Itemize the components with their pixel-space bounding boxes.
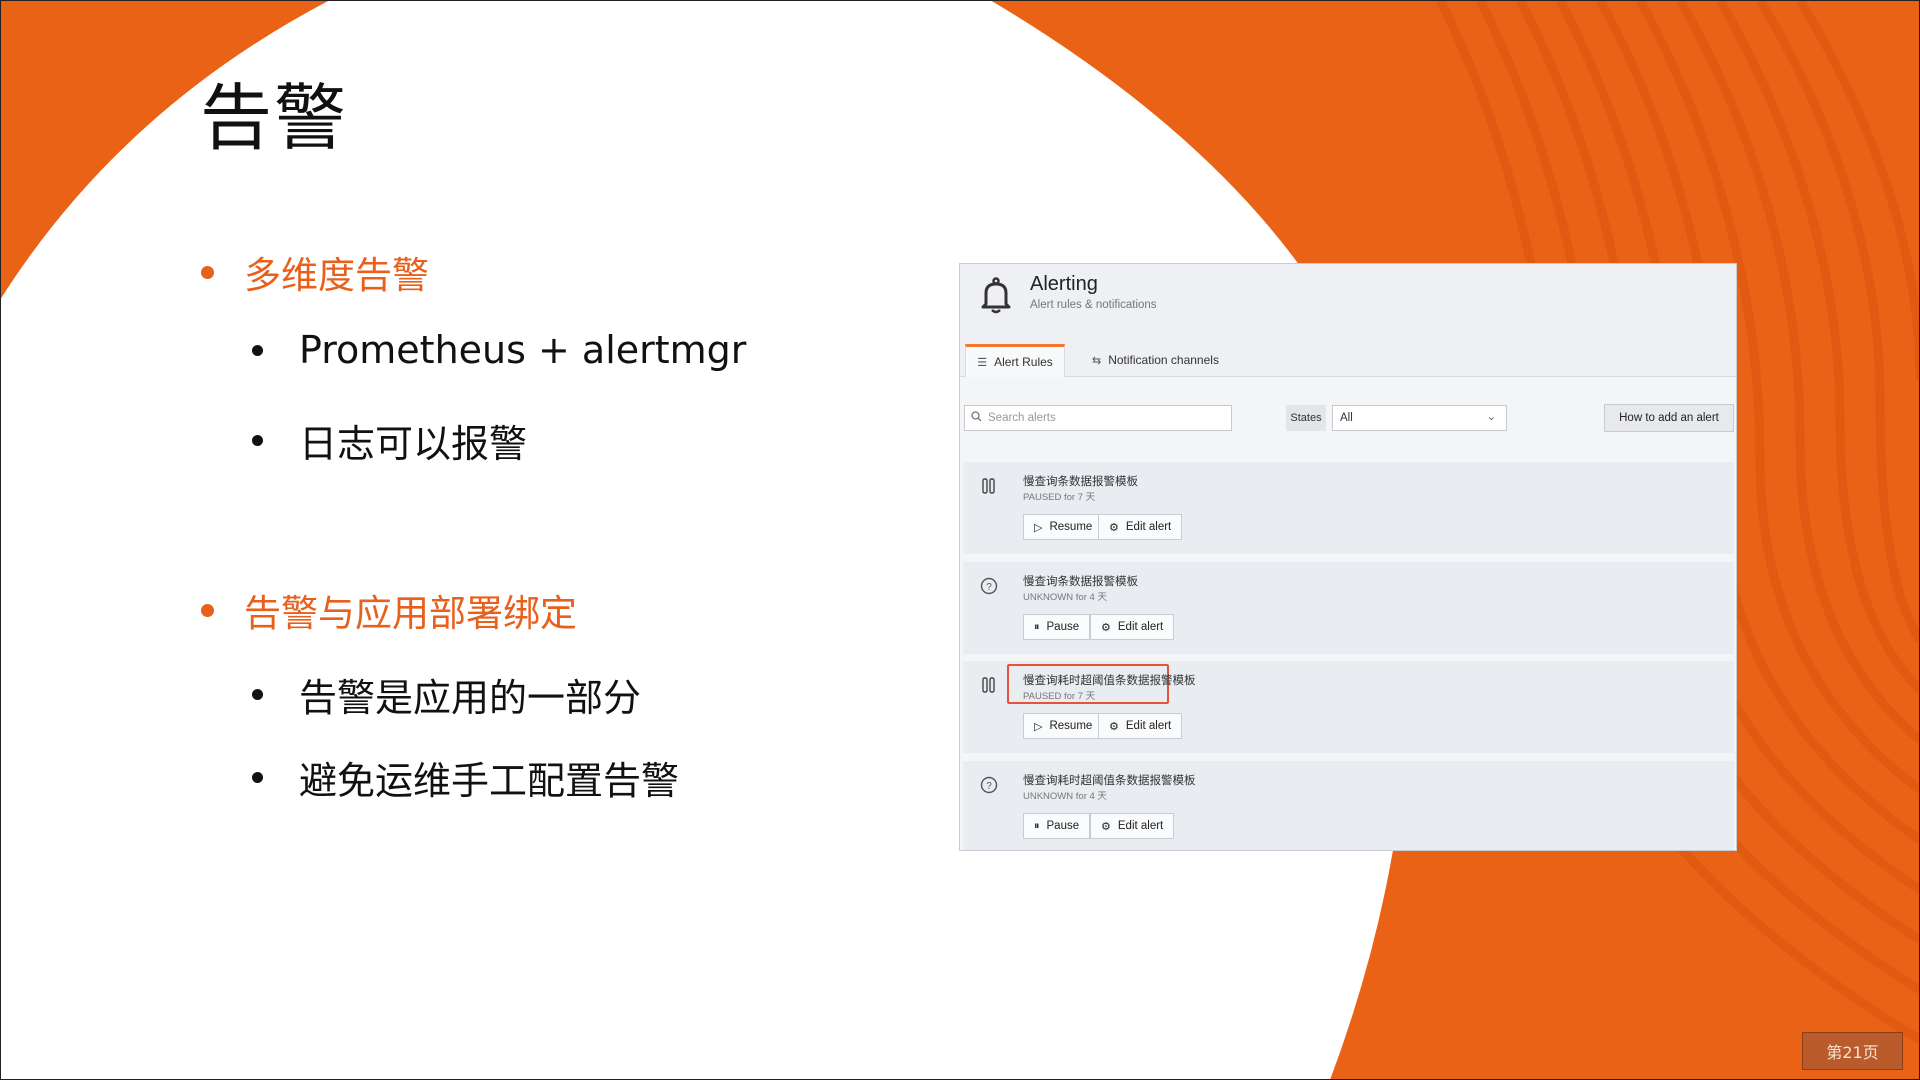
states-label: States <box>1286 405 1326 431</box>
bullet-text: 多维度告警 <box>244 254 429 297</box>
button-label: Edit alert <box>1117 621 1164 633</box>
rule-status: PAUSED for 7 天 <box>1023 492 1096 503</box>
alert-rule-row: 慢查询条数据报警模板 PAUSED for 7 天 ▷ Resume ⚙ Edi… <box>963 462 1734 554</box>
button-label: Edit alert <box>1125 720 1172 732</box>
search-input[interactable]: Search alerts <box>964 405 1232 431</box>
play-icon: ▷ <box>1034 720 1043 733</box>
page-number: 第21页 <box>1802 1032 1903 1070</box>
sub-bullet-text: 告警是应用的一部分 <box>299 676 642 720</box>
rule-status: PAUSED for 7 天 <box>1023 691 1096 702</box>
rule-status: UNKNOWN for 4 天 <box>1023 791 1107 802</box>
states-select[interactable]: All ⌄ <box>1332 405 1507 431</box>
pause-icon <box>982 677 995 693</box>
gear-icon: ⚙ <box>1101 820 1111 833</box>
button-label: Pause <box>1046 820 1080 832</box>
sub-bullet-text: 避免运维手工配置告警 <box>299 759 680 803</box>
alerting-tabs: ☰ Alert Rules ⇆ Notification channels <box>960 344 1736 377</box>
svg-text:?: ? <box>986 781 992 792</box>
button-label: Resume <box>1049 521 1093 533</box>
sub-bullet-text: Prometheus + alertmgr <box>299 328 747 372</box>
bell-icon <box>981 277 1011 314</box>
channels-icon: ⇆ <box>1092 354 1102 367</box>
rule-name: 慢查询条数据报警模板 <box>1023 576 1138 588</box>
pause-icon: ⏸ <box>1034 620 1040 633</box>
search-icon <box>971 411 982 425</box>
alerting-panel: Alerting Alert rules & notifications ☰ A… <box>959 263 1737 851</box>
tab-label: Notification channels <box>1108 353 1219 367</box>
resume-button[interactable]: ▷ Resume <box>1023 713 1104 739</box>
sub-bullet: 日志可以报警 <box>252 413 527 468</box>
rule-name: 慢查询条数据报警模板 <box>1023 476 1138 488</box>
edit-alert-button[interactable]: ⚙ Edit alert <box>1098 514 1183 540</box>
bullet-text: 告警与应用部署绑定 <box>244 592 577 635</box>
gear-icon: ⚙ <box>1101 621 1111 634</box>
bullet-dot <box>252 435 263 446</box>
edit-alert-button[interactable]: ⚙ Edit alert <box>1098 713 1183 739</box>
gear-icon: ⚙ <box>1109 521 1119 534</box>
sub-bullet: Prometheus + alertmgr <box>252 328 746 372</box>
play-icon: ▷ <box>1034 521 1043 534</box>
edit-alert-button[interactable]: ⚙ Edit alert <box>1090 614 1175 640</box>
sub-bullet: 告警是应用的一部分 <box>252 667 641 722</box>
pause-icon: ⏸ <box>1034 819 1040 832</box>
svg-text:?: ? <box>986 582 992 593</box>
bullet-dot <box>201 265 214 279</box>
resume-button[interactable]: ▷ Resume <box>1023 514 1104 540</box>
button-label: Pause <box>1046 621 1080 633</box>
button-label: Edit alert <box>1117 820 1164 832</box>
question-icon: ? <box>980 577 998 595</box>
slide-title: 告警 <box>200 76 349 160</box>
how-to-add-alert-button[interactable]: How to add an alert <box>1604 404 1734 432</box>
tab-notification-channels[interactable]: ⇆ Notification channels <box>1092 344 1219 376</box>
sub-bullet: 避免运维手工配置告警 <box>252 750 679 805</box>
question-icon: ? <box>980 776 998 794</box>
rule-status: UNKNOWN for 4 天 <box>1023 592 1107 603</box>
bullet-dot <box>201 603 214 617</box>
button-label: Resume <box>1049 720 1093 732</box>
sub-bullet-text: 日志可以报警 <box>299 422 528 466</box>
alerting-subtitle: Alert rules & notifications <box>1030 299 1157 311</box>
alert-rule-row: ? 慢查询耗时超阈值条数据报警模板 UNKNOWN for 4 天 ⏸ Paus… <box>963 761 1734 850</box>
button-label: Edit alert <box>1125 521 1172 533</box>
rule-name: 慢查询耗时超阈值条数据报警模板 <box>1023 675 1196 687</box>
bullet-alert-binding: 告警与应用部署绑定 <box>201 583 577 637</box>
alerting-header: Alerting Alert rules & notifications <box>960 264 1736 344</box>
bullet-dot <box>252 344 263 356</box>
search-placeholder: Search alerts <box>988 412 1056 424</box>
alert-rule-row: 慢查询耗时超阈值条数据报警模板 PAUSED for 7 天 ▷ Resume … <box>963 661 1734 753</box>
gear-icon: ⚙ <box>1109 720 1119 733</box>
alerting-title: Alerting <box>1030 273 1098 295</box>
edit-alert-button[interactable]: ⚙ Edit alert <box>1090 813 1175 839</box>
tab-label: Alert Rules <box>994 355 1053 369</box>
pause-icon <box>982 478 995 494</box>
bullet-dot <box>252 772 263 783</box>
states-value: All <box>1340 412 1353 424</box>
tab-alert-rules[interactable]: ☰ Alert Rules <box>965 344 1065 377</box>
bullet-dot <box>252 689 263 700</box>
pause-button[interactable]: ⏸ Pause <box>1023 813 1091 839</box>
list-icon: ☰ <box>977 356 988 369</box>
chevron-down-icon: ⌄ <box>1486 411 1496 423</box>
bullet-multi-dimension: 多维度告警 <box>201 245 429 299</box>
rule-name: 慢查询耗时超阈值条数据报警模板 <box>1023 775 1196 787</box>
alert-rule-row: ? 慢查询条数据报警模板 UNKNOWN for 4 天 ⏸ Pause ⚙ E… <box>963 562 1734 654</box>
pause-button[interactable]: ⏸ Pause <box>1023 614 1091 640</box>
